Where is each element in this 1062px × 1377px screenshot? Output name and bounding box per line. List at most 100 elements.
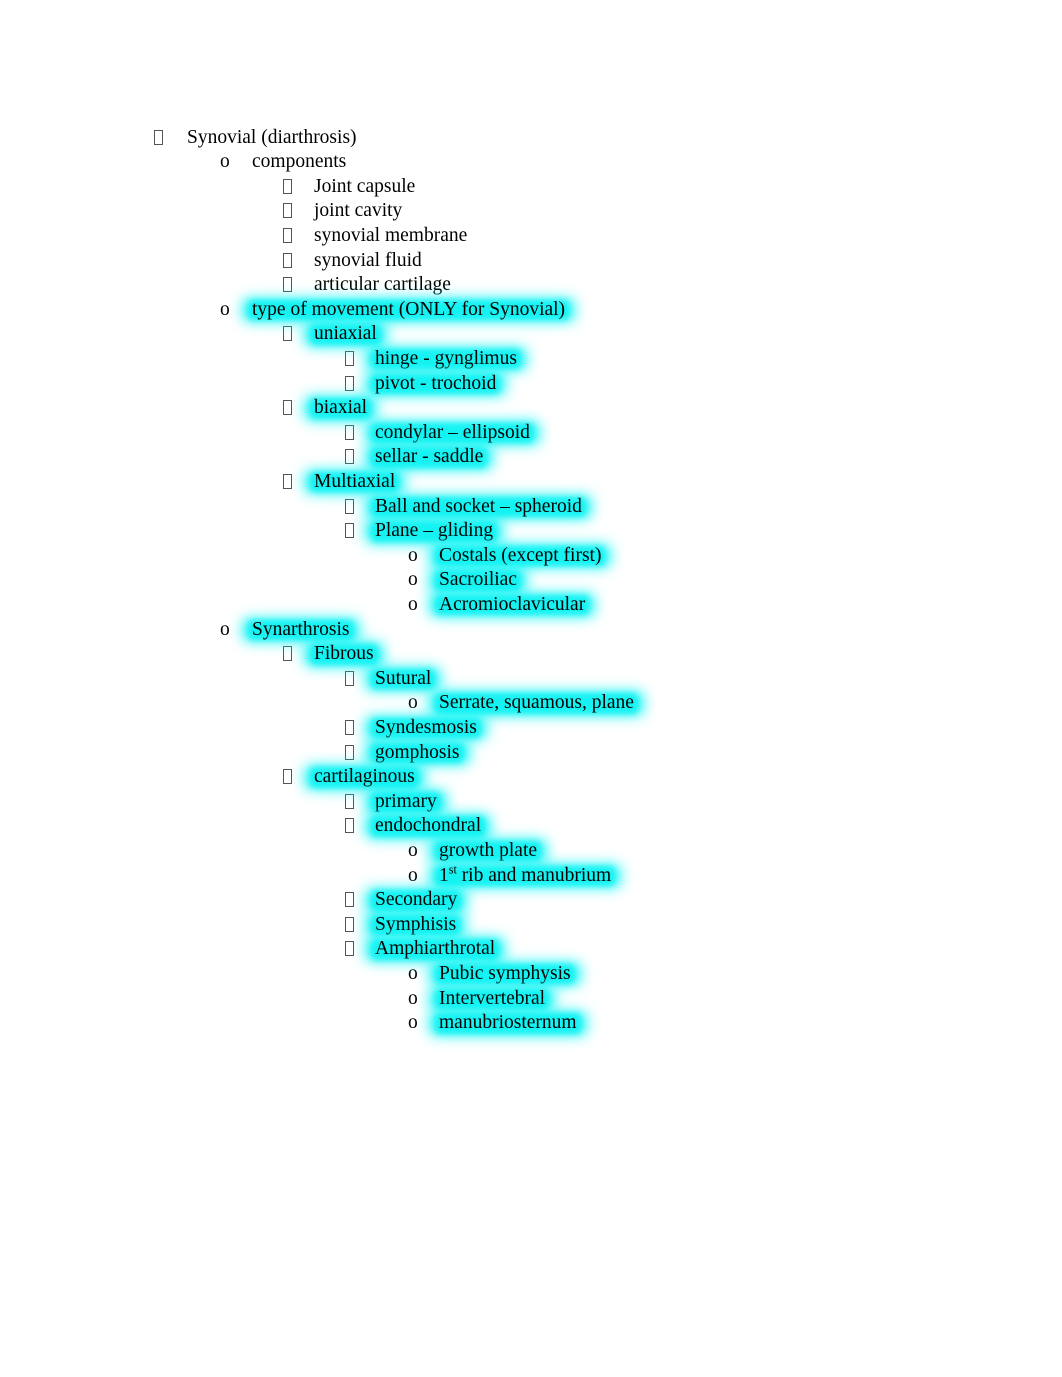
outline-row-text: endochondral <box>366 814 491 839</box>
outline-row-label: Acromioclavicular <box>439 593 586 615</box>
outline-row-text: components <box>252 150 346 175</box>
outline-row-text: type of movement (ONLY for Synovial) <box>243 298 575 323</box>
outline-row: o components <box>0 150 1062 175</box>
outline-row: Syndesmosis <box>0 716 1062 741</box>
document-page: Synovial (diarthrosis) o components Joint c… <box>0 0 1062 1377</box>
outline-row-label: biaxial <box>314 397 368 419</box>
outline-row-label: Sacroiliac <box>439 569 517 591</box>
cyan-highlight: manubriosternum <box>430 1011 586 1036</box>
bullet-circle-icon: o <box>408 569 418 591</box>
cyan-highlight: Syndesmosis <box>366 716 486 741</box>
outline-row-text: Amphiarthrotal <box>366 937 505 962</box>
bullet-missing-glyph-icon <box>345 350 354 366</box>
outline-row-label: condylar – ellipsoid <box>375 421 530 443</box>
outline-row: synovial membrane <box>0 224 1062 249</box>
outline-row: o Serrate, squamous, plane <box>0 691 1062 716</box>
outline-row-label: Pubic symphysis <box>439 962 571 984</box>
outline-row-label: synovial fluid <box>314 249 422 271</box>
outline-row-text: Fibrous <box>305 642 383 667</box>
bullet-missing-glyph-icon <box>283 769 292 785</box>
bullet-circle-icon: o <box>408 593 418 615</box>
bullet-circle-icon: o <box>408 544 418 566</box>
ordinal-superscript: st <box>448 862 457 876</box>
outline-row: pivot - trochoid <box>0 372 1062 397</box>
outline-row-text: Acromioclavicular <box>430 593 595 618</box>
outline-row-text: Intervertebral <box>430 987 555 1012</box>
outline-row-label: primary <box>375 790 437 812</box>
bullet-missing-glyph-icon <box>345 892 354 908</box>
cyan-highlight: hinge - gynglimus <box>366 347 526 372</box>
outline-row: hinge - gynglimus <box>0 347 1062 372</box>
outline-row-label: Costals (except first) <box>439 544 602 566</box>
bullet-missing-glyph-icon <box>345 498 354 514</box>
outline-row: o Intervertebral <box>0 987 1062 1012</box>
outline-row: synovial fluid <box>0 249 1062 274</box>
cyan-highlight: type of movement (ONLY for Synovial) <box>243 298 575 323</box>
outline-row: o manubriosternum <box>0 1011 1062 1036</box>
outline-row: o type of movement (ONLY for Synovial) <box>0 298 1062 323</box>
outline-row-text: Symphisis <box>366 913 466 938</box>
outline-row-label: Multiaxial <box>314 470 396 492</box>
bullet-circle-icon: o <box>408 987 418 1009</box>
bullet-missing-glyph-icon <box>345 523 354 539</box>
outline-row-text: sellar - saddle <box>366 445 493 470</box>
bullet-missing-glyph-icon <box>283 203 292 219</box>
cyan-highlight: condylar – ellipsoid <box>366 421 539 446</box>
outline-row-label: pivot - trochoid <box>375 372 497 394</box>
cyan-highlight: Sacroiliac <box>430 568 526 593</box>
outline-row-text: Synarthrosis <box>243 618 359 643</box>
outline-row-text: Pubic symphysis <box>430 962 580 987</box>
outline-row-text: primary <box>366 790 446 815</box>
bullet-missing-glyph-icon <box>345 916 354 932</box>
outline-row-text: Ball and socket – spheroid <box>366 495 591 520</box>
outline-row: articular cartilage <box>0 273 1062 298</box>
outline-row-label: Synovial (diarthrosis) <box>187 126 357 148</box>
cyan-highlight: Secondary <box>366 888 467 913</box>
outline-row: o Costals (except first) <box>0 544 1062 569</box>
bullet-circle-icon: o <box>408 962 418 984</box>
outline-row-text: Multiaxial <box>305 470 405 495</box>
outline-row: gomphosis <box>0 741 1062 766</box>
bullet-missing-glyph-icon <box>283 178 292 194</box>
bullet-missing-glyph-icon <box>345 818 354 834</box>
outline-row-label: joint cavity <box>314 200 403 222</box>
outline-row: o Synarthrosis <box>0 618 1062 643</box>
outline-row-text: articular cartilage <box>314 273 451 298</box>
bullet-missing-glyph-icon <box>345 793 354 809</box>
outline-row-label: endochondral <box>375 815 482 837</box>
outline-row: sellar - saddle <box>0 445 1062 470</box>
outline-row-label: Syndesmosis <box>375 716 477 738</box>
outline-row-label: synovial membrane <box>314 224 468 246</box>
outline-row-text: Sutural <box>366 667 441 692</box>
outline-row: o Sacroiliac <box>0 568 1062 593</box>
outline-row: primary <box>0 790 1062 815</box>
bullet-circle-icon: o <box>220 151 230 173</box>
bullet-missing-glyph-icon <box>345 375 354 391</box>
outline-row: joint cavity <box>0 199 1062 224</box>
outline-row: o 1st rib and manubrium <box>0 862 1062 889</box>
bullet-missing-glyph-icon <box>345 719 354 735</box>
cyan-highlight: Synarthrosis <box>243 618 359 643</box>
outline-row: Synovial (diarthrosis) <box>0 126 1062 151</box>
outline-row-label: Joint capsule <box>314 175 416 197</box>
bullet-circle-icon: o <box>408 839 418 861</box>
cyan-highlight: biaxial <box>305 396 377 421</box>
cyan-highlight: endochondral <box>366 814 491 839</box>
outline-row-label: type of movement (ONLY for Synovial) <box>252 298 566 320</box>
bullet-circle-icon: o <box>220 298 230 320</box>
outline-row-text: Sacroiliac <box>430 568 526 593</box>
bullet-missing-glyph-icon <box>283 252 292 268</box>
bullet-missing-glyph-icon <box>283 473 292 489</box>
outline-row: Secondary <box>0 888 1062 913</box>
outline-row-label: 1st rib and manubrium <box>439 862 612 886</box>
outline-row-text: Serrate, squamous, plane <box>430 691 643 716</box>
outline-row: biaxial <box>0 396 1062 421</box>
outline-row-label: Secondary <box>375 889 458 911</box>
bullet-circle-icon: o <box>408 864 418 886</box>
bullet-missing-glyph-icon <box>345 424 354 440</box>
cyan-highlight: primary <box>366 790 446 815</box>
cyan-highlight: Pubic symphysis <box>430 962 580 987</box>
outline-row-label: Ball and socket – spheroid <box>375 495 582 517</box>
outline-row-label: Fibrous <box>314 643 374 665</box>
outline-row-label: growth plate <box>439 839 538 861</box>
